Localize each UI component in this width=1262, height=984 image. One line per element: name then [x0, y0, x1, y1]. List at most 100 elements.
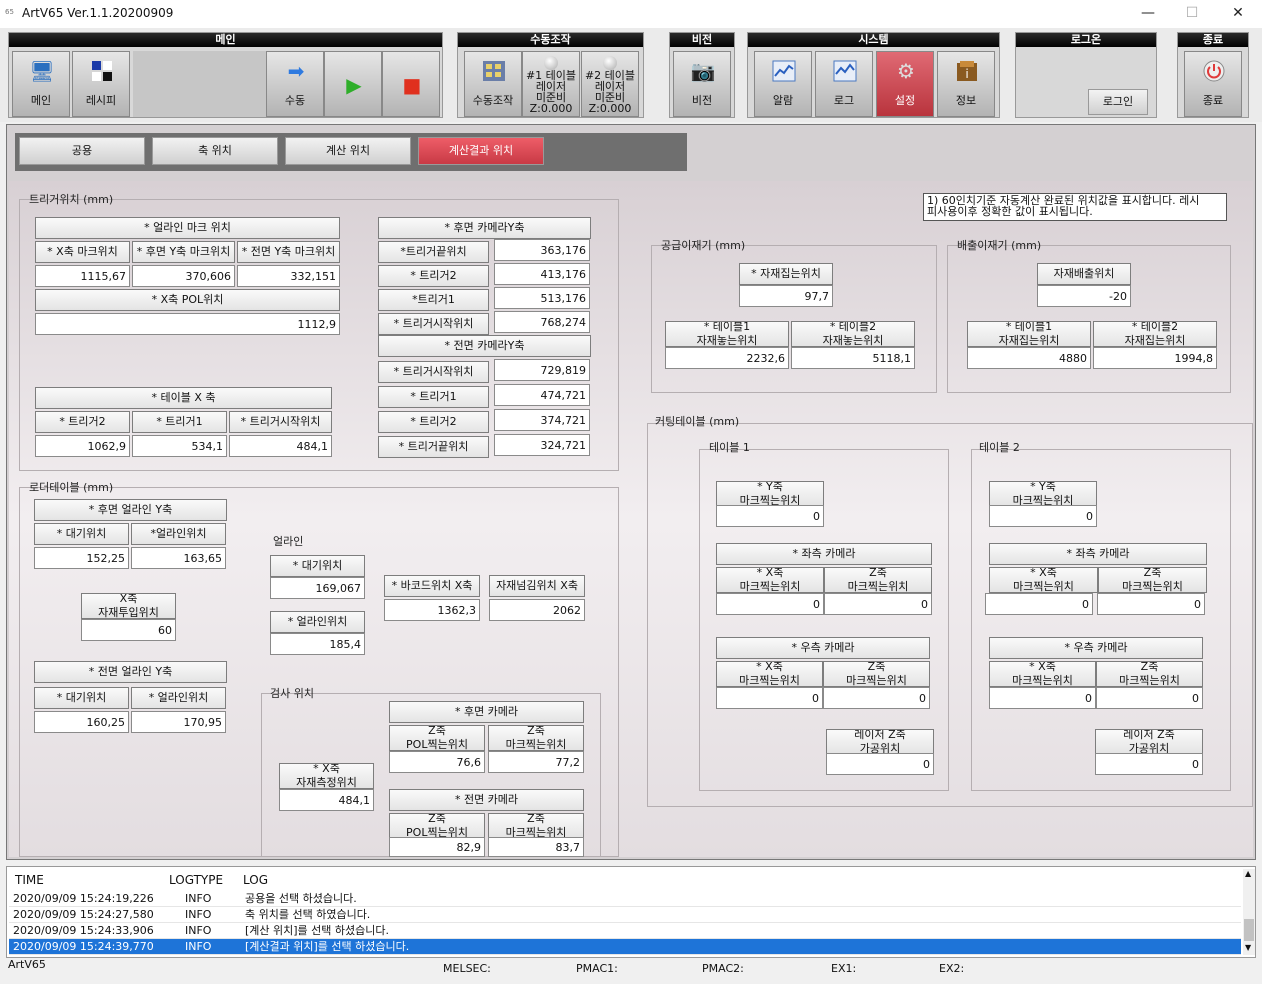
recipe-button[interactable]: 레시피	[72, 51, 130, 117]
log-header-time[interactable]: TIME	[15, 873, 44, 887]
discharge-table1-label: * 테이블1 자재집는위치	[967, 321, 1091, 347]
main-button[interactable]: 🖥 메인	[12, 51, 70, 117]
rear-y-mark-value[interactable]: 370,606	[132, 265, 235, 287]
log-scrollbar[interactable]: ▲ ▼	[1243, 869, 1255, 955]
log-row-time: 2020/09/09 15:24:33,906	[13, 924, 154, 937]
stop-button[interactable]: ■	[382, 51, 440, 117]
front-cam-trigger2-value[interactable]: 374,721	[494, 409, 590, 431]
front-cam-end-value[interactable]: 324,721	[494, 434, 590, 456]
t1-right-x-value[interactable]: 0	[716, 687, 823, 709]
inspect-rear-mark-value[interactable]: 77,2	[488, 751, 584, 773]
supply-pick-value[interactable]: 97,7	[739, 285, 833, 307]
t2-left-z-label: Z축 마크찍는위치	[1098, 567, 1207, 593]
tab-calc-position[interactable]: 계산 위치	[285, 137, 411, 165]
t1-laser-z-value[interactable]: 0	[826, 753, 934, 775]
x-input-value[interactable]: 60	[81, 619, 176, 641]
table-x-header: * 테이블 X 축	[35, 387, 332, 409]
rear-cam-trigger2-value[interactable]: 413,176	[494, 263, 590, 285]
align-subtitle: 얼라인	[273, 535, 304, 548]
rear-align-wait-value[interactable]: 152,25	[34, 547, 129, 569]
system-group-title: 시스템	[748, 33, 999, 47]
supply-table1-value[interactable]: 2232,6	[665, 347, 789, 369]
discharge-out-label: 자재배출위치	[1037, 263, 1131, 285]
manual-mode-button[interactable]: ➡ 수동	[266, 51, 324, 117]
front-y-mark-label: * 전면 Y축 마크위치	[237, 241, 340, 263]
inspect-front-pol-value[interactable]: 82,9	[389, 837, 485, 857]
align-pos-value[interactable]: 185,4	[270, 633, 365, 655]
rear-cam-trigger1-value[interactable]: 513,176	[494, 287, 590, 309]
t1-y-mark-value[interactable]: 0	[716, 505, 824, 527]
trigger-section-title: 트리거위치 (mm)	[29, 193, 114, 206]
table-x-trigger2-value[interactable]: 1062,9	[35, 435, 130, 457]
t2-laser-z-value[interactable]: 0	[1095, 753, 1203, 775]
transfer-x-value[interactable]: 2062	[489, 599, 585, 621]
discharge-out-value[interactable]: -20	[1037, 285, 1131, 307]
rear-cam-start-value[interactable]: 768,274	[494, 311, 590, 333]
t2-left-x-value[interactable]: 0	[985, 593, 1093, 615]
gear-icon: ⚙	[897, 59, 915, 83]
exit-button[interactable]: 종료	[1184, 51, 1242, 117]
discharge-table1-value[interactable]: 4880	[967, 347, 1091, 369]
login-button[interactable]: 로그인	[1088, 89, 1148, 115]
settings-button[interactable]: ⚙ 설정	[876, 51, 934, 117]
rear-cam-end-value[interactable]: 363,176	[494, 239, 590, 261]
t1-right-cam-header: * 우측 카메라	[716, 637, 930, 659]
rear-align-pos-value[interactable]: 163,65	[131, 547, 226, 569]
x-mark-label: * X축 마크위치	[35, 241, 130, 263]
maximize-button[interactable]: ☐	[1178, 4, 1206, 24]
front-align-wait-value[interactable]: 160,25	[34, 711, 129, 733]
start-button[interactable]: ▶	[324, 51, 382, 117]
toolbar-spacer	[133, 51, 267, 117]
scroll-down-icon[interactable]: ▼	[1245, 943, 1251, 952]
discharge-table2-value[interactable]: 1994,8	[1093, 347, 1217, 369]
log-header-log[interactable]: LOG	[243, 873, 268, 887]
log-button[interactable]: 로그	[815, 51, 873, 117]
vision-button[interactable]: 📷 비전	[673, 51, 731, 117]
log-panel[interactable]: TIME LOGTYPE LOG 2020/09/09 15:24:19,226…	[6, 866, 1256, 958]
manual-operation-button[interactable]: 수동조작	[464, 51, 522, 117]
supply-table2-label: * 테이블2 자재놓는위치	[791, 321, 915, 347]
log-row[interactable]: 2020/09/09 15:24:19,226 INFO 공용을 선택 하셨습니…	[9, 891, 1241, 907]
inspect-section-title: 검사 위치	[270, 687, 314, 700]
inspect-rear-pol-label: Z축 POL찍는위치	[389, 725, 485, 751]
scroll-thumb[interactable]	[1244, 919, 1254, 941]
inspect-front-mark-label: Z축 마크찍는위치	[488, 813, 584, 839]
t1-left-z-value[interactable]: 0	[824, 593, 932, 615]
alarm-button[interactable]: 알람	[754, 51, 812, 117]
front-cam-trigger1-value[interactable]: 474,721	[494, 384, 590, 406]
align-wait-value[interactable]: 169,067	[270, 577, 365, 599]
tab-axis-position[interactable]: 축 위치	[152, 137, 278, 165]
front-align-pos-value[interactable]: 170,95	[131, 711, 226, 733]
arrow-right-icon: ➡	[287, 59, 305, 83]
t2-y-mark-value[interactable]: 0	[989, 505, 1097, 527]
inspect-rear-pol-value[interactable]: 76,6	[389, 751, 485, 773]
supply-table2-value[interactable]: 5118,1	[791, 347, 915, 369]
t2-right-z-value[interactable]: 0	[1096, 687, 1203, 709]
tab-common[interactable]: 공용	[19, 137, 145, 165]
log-header-type[interactable]: LOGTYPE	[169, 873, 223, 887]
log-row[interactable]: 2020/09/09 15:24:27,580 INFO 축 위치를 선택 하였…	[9, 907, 1241, 923]
x-pol-value[interactable]: 1112,9	[35, 313, 340, 335]
rear-align-y-header: * 후면 얼라인 Y축	[34, 499, 227, 521]
log-row[interactable]: 2020/09/09 15:24:33,906 INFO [계산 위치]를 선택…	[9, 923, 1241, 939]
barcode-x-value[interactable]: 1362,3	[384, 599, 480, 621]
t2-left-z-value[interactable]: 0	[1097, 593, 1205, 615]
t1-right-z-value[interactable]: 0	[823, 687, 930, 709]
minimize-button[interactable]: —	[1134, 4, 1162, 24]
inspect-front-mark-value[interactable]: 83,7	[488, 837, 584, 857]
t1-left-x-value[interactable]: 0	[716, 593, 824, 615]
table-x-trigger1-value[interactable]: 534,1	[132, 435, 227, 457]
status-melsec: MELSEC:	[443, 962, 491, 975]
front-y-mark-value[interactable]: 332,151	[237, 265, 340, 287]
x-measure-value[interactable]: 484,1	[279, 789, 374, 811]
t2-right-x-value[interactable]: 0	[989, 687, 1096, 709]
x-mark-value[interactable]: 1115,67	[35, 265, 130, 287]
front-cam-start-value[interactable]: 729,819	[494, 359, 590, 381]
close-button[interactable]: ✕	[1224, 4, 1252, 24]
info-button[interactable]: i 정보	[937, 51, 995, 117]
tab-calc-result-position[interactable]: 계산결과 위치	[418, 137, 544, 165]
scroll-up-icon[interactable]: ▲	[1245, 869, 1251, 878]
log-row-selected[interactable]: 2020/09/09 15:24:39,770 INFO [계산결과 위치]를 …	[9, 939, 1241, 955]
table-x-start-value[interactable]: 484,1	[229, 435, 332, 457]
main-button-label: 메인	[30, 94, 52, 107]
